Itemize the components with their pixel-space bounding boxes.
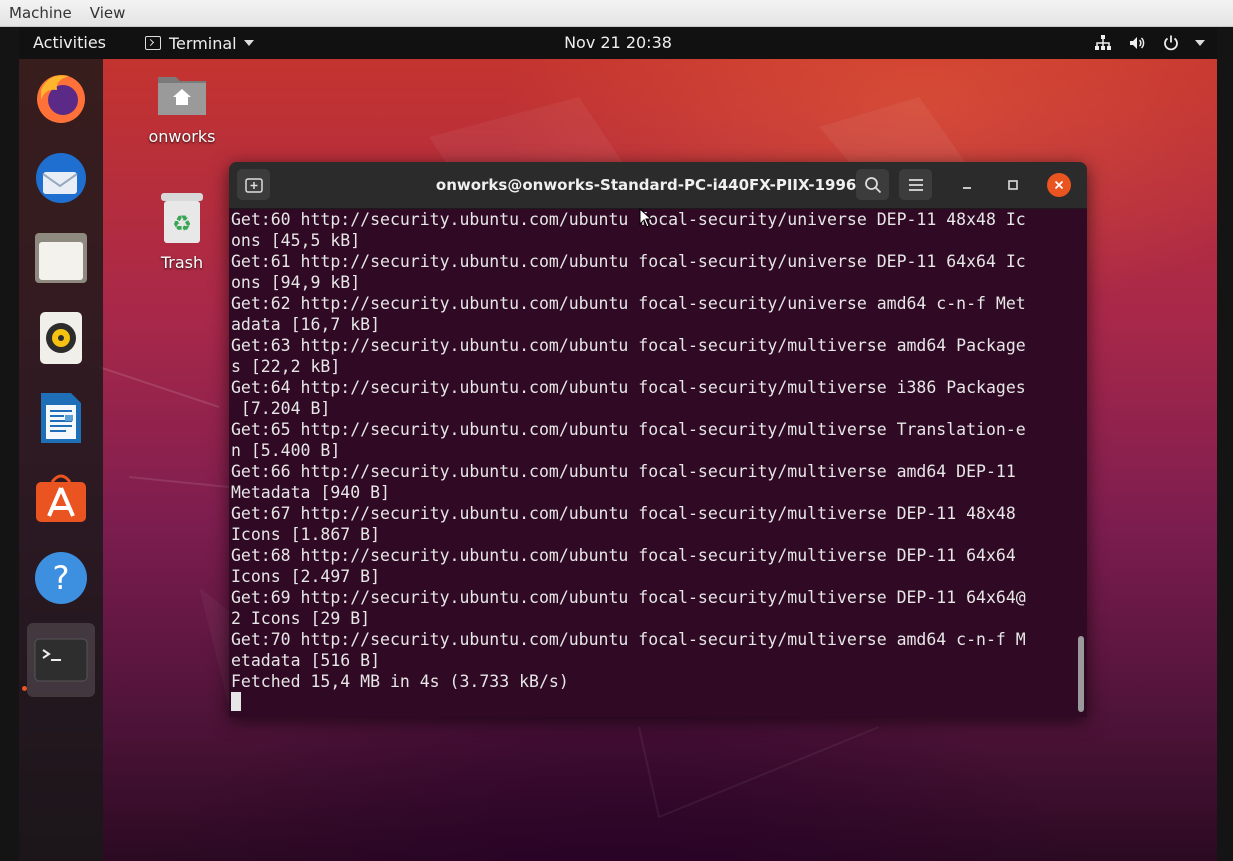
system-status-area[interactable]	[1093, 27, 1205, 59]
terminal-line: etadata [516 B]	[231, 651, 381, 670]
minimize-icon	[963, 187, 971, 189]
terminal-line: Get:70 http://security.ubuntu.com/ubuntu…	[231, 630, 1026, 649]
terminal-line: Get:61 http://security.ubuntu.com/ubuntu…	[231, 252, 1026, 271]
chevron-down-icon	[1195, 40, 1205, 46]
mouse-pointer-icon	[639, 208, 653, 228]
dock: ?	[19, 59, 103, 861]
app-menu-label: Terminal	[169, 33, 237, 53]
close-button[interactable]	[1047, 173, 1071, 197]
dock-terminal[interactable]	[27, 623, 95, 697]
trash-icon: ♻	[161, 193, 203, 243]
terminal-line: s [22,2 kB]	[231, 357, 341, 376]
power-icon	[1161, 33, 1181, 53]
terminal-line: Get:67 http://security.ubuntu.com/ubuntu…	[231, 504, 1016, 523]
terminal-line: ons [45,5 kB]	[231, 231, 361, 250]
clock[interactable]: Nov 21 20:38	[564, 33, 672, 52]
app-menu[interactable]: Terminal	[145, 27, 254, 59]
terminal-line: Get:66 http://security.ubuntu.com/ubuntu…	[231, 462, 1016, 481]
terminal-line: Fetched 15,4 MB in 4s (3.733 kB/s)	[231, 672, 569, 691]
terminal-line: Get:60 http://security.ubuntu.com/ubuntu…	[231, 210, 1026, 229]
scrollbar[interactable]	[1078, 636, 1084, 712]
search-icon	[864, 176, 881, 193]
terminal-line: adata [16,7 kB]	[231, 315, 381, 334]
hamburger-menu-icon	[908, 178, 923, 191]
home-folder-icon	[158, 77, 206, 115]
terminal-line: Get:62 http://security.ubuntu.com/ubuntu…	[231, 294, 1026, 313]
desktop-home-folder[interactable]: onworks	[137, 69, 227, 146]
maximize-button[interactable]	[1001, 173, 1025, 197]
vm-menu-view[interactable]: View	[81, 0, 135, 26]
terminal-line: Get:64 http://security.ubuntu.com/ubuntu…	[231, 378, 1026, 397]
terminal-line: Icons [2.497 B]	[231, 567, 381, 586]
maximize-icon	[1008, 180, 1018, 190]
dock-rhythmbox[interactable]	[27, 305, 95, 371]
terminal-line: [7.204 B]	[231, 399, 331, 418]
new-tab-button[interactable]	[237, 169, 270, 200]
dock-ubuntu-software[interactable]	[27, 465, 95, 531]
guest-screen: onworks ♻ Trash Activities Terminal Nov …	[19, 27, 1217, 861]
activities-button[interactable]: Activities	[33, 27, 106, 59]
rhythmbox-icon	[40, 312, 82, 364]
ubuntu-software-icon	[36, 474, 86, 522]
terminal-line: 2 Icons [29 B]	[231, 609, 371, 628]
thunderbird-icon	[36, 153, 86, 203]
chevron-down-icon	[243, 40, 254, 46]
terminal-app-icon	[145, 36, 161, 50]
vm-menubar: Machine View	[0, 0, 1233, 27]
help-icon: ?	[35, 552, 87, 604]
terminal-line: Icons [1.867 B]	[231, 525, 381, 544]
trash-label: Trash	[160, 253, 204, 272]
terminal-body[interactable]: Get:60 http://security.ubuntu.com/ubuntu…	[229, 208, 1087, 717]
terminal-line: Get:63 http://security.ubuntu.com/ubuntu…	[231, 336, 1026, 355]
files-icon	[35, 233, 87, 283]
terminal-line: ons [94,9 kB]	[231, 273, 361, 292]
dock-help[interactable]: ?	[27, 545, 95, 611]
dock-files[interactable]	[27, 225, 95, 291]
new-tab-icon	[244, 177, 263, 193]
text-cursor	[231, 692, 241, 711]
terminal-header-bar[interactable]: onworks@onworks-Standard-PC-i440FX-PIIX-…	[229, 162, 1087, 209]
home-folder-label: onworks	[148, 127, 216, 146]
network-icon	[1093, 33, 1113, 53]
menu-button[interactable]	[899, 169, 932, 200]
dock-firefox[interactable]	[27, 65, 95, 131]
volume-icon	[1127, 33, 1147, 53]
terminal-icon	[34, 638, 88, 682]
terminal-line: Metadata [940 B]	[231, 483, 390, 502]
running-indicator	[22, 686, 27, 691]
terminal-line: Get:69 http://security.ubuntu.com/ubuntu…	[231, 588, 1026, 607]
terminal-line: n [5.400 B]	[231, 441, 341, 460]
dock-thunderbird[interactable]	[27, 145, 95, 211]
minimize-button[interactable]	[955, 173, 979, 197]
libreoffice-writer-icon	[41, 393, 81, 443]
desktop-trash[interactable]: ♻ Trash	[137, 191, 227, 272]
terminal-line: Get:68 http://security.ubuntu.com/ubuntu…	[231, 546, 1016, 565]
top-bar: Activities Terminal Nov 21 20:38	[19, 27, 1217, 59]
vm-menu-machine[interactable]: Machine	[0, 0, 81, 26]
svg-text:♻: ♻	[172, 212, 192, 237]
terminal-output: Get:60 http://security.ubuntu.com/ubuntu…	[231, 209, 1071, 713]
terminal-window[interactable]: onworks@onworks-Standard-PC-i440FX-PIIX-…	[229, 162, 1087, 717]
close-icon	[1054, 180, 1064, 190]
terminal-line: Get:65 http://security.ubuntu.com/ubuntu…	[231, 420, 1026, 439]
firefox-icon	[37, 75, 85, 123]
search-button[interactable]	[856, 169, 889, 200]
svg-text:?: ?	[53, 559, 70, 597]
dock-libreoffice-writer[interactable]	[27, 385, 95, 451]
